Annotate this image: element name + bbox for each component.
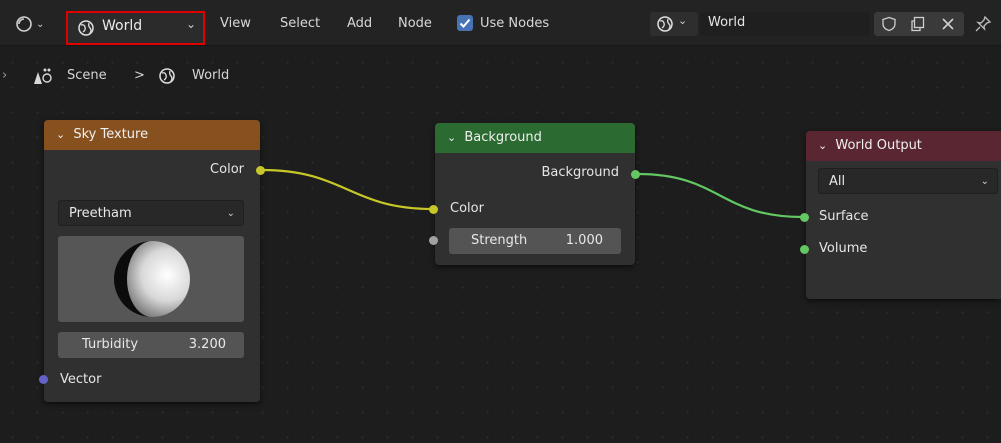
background-node[interactable]: ⌄ Background Background Color Strength 1… — [435, 123, 635, 265]
world-output-node-title: World Output — [835, 138, 922, 153]
sky-color-output-socket[interactable] — [256, 166, 265, 175]
chevron-down-icon: ⌄ — [226, 208, 235, 219]
background-input-color-label: Color — [450, 201, 484, 216]
sky-type-select[interactable]: Preetham ⌄ — [58, 200, 244, 226]
sky-type-value: Preetham — [69, 206, 132, 221]
strength-field[interactable]: Strength 1.000 — [449, 228, 621, 254]
surface-input-socket[interactable] — [800, 213, 809, 222]
background-node-title: Background — [464, 130, 542, 145]
sky-input-vector-label: Vector — [60, 372, 102, 387]
sky-texture-node-header[interactable]: ⌄ Sky Texture — [44, 120, 260, 150]
background-node-header[interactable]: ⌄ Background — [435, 123, 635, 153]
collapse-chevron-icon[interactable]: ⌄ — [447, 131, 456, 144]
turbidity-value: 3.200 — [188, 337, 226, 352]
world-output-volume-label: Volume — [819, 241, 868, 256]
strength-input-socket[interactable] — [429, 236, 438, 245]
world-output-node-header[interactable]: ⌄ World Output — [806, 131, 1001, 161]
sky-preview — [58, 236, 244, 322]
collapse-chevron-icon[interactable]: ⌄ — [56, 128, 65, 141]
strength-value: 1.000 — [565, 233, 603, 248]
sun-sphere-preview — [114, 241, 190, 317]
background-output-socket[interactable] — [631, 170, 640, 179]
sky-vector-input-socket[interactable] — [39, 375, 48, 384]
strength-label: Strength — [471, 233, 528, 248]
output-target-value: All — [829, 174, 846, 189]
output-target-select[interactable]: All ⌄ — [818, 168, 998, 194]
sky-texture-node[interactable]: ⌄ Sky Texture Color Preetham ⌄ Turbidity… — [44, 120, 260, 402]
background-output-label: Background — [541, 165, 619, 180]
turbidity-label: Turbidity — [82, 337, 139, 352]
link-background-to-surface — [637, 172, 803, 219]
link-color-to-color — [261, 168, 434, 211]
turbidity-field[interactable]: Turbidity 3.200 — [58, 332, 244, 358]
volume-input-socket[interactable] — [800, 245, 809, 254]
world-output-node[interactable]: ⌄ World Output All ⌄ Surface Volume — [806, 131, 1001, 299]
sky-texture-node-title: Sky Texture — [73, 127, 149, 142]
chevron-down-icon: ⌄ — [980, 176, 989, 187]
sky-output-color-label: Color — [210, 162, 244, 177]
background-color-input-socket[interactable] — [429, 205, 438, 214]
world-output-surface-label: Surface — [819, 209, 869, 224]
collapse-chevron-icon[interactable]: ⌄ — [818, 139, 827, 152]
